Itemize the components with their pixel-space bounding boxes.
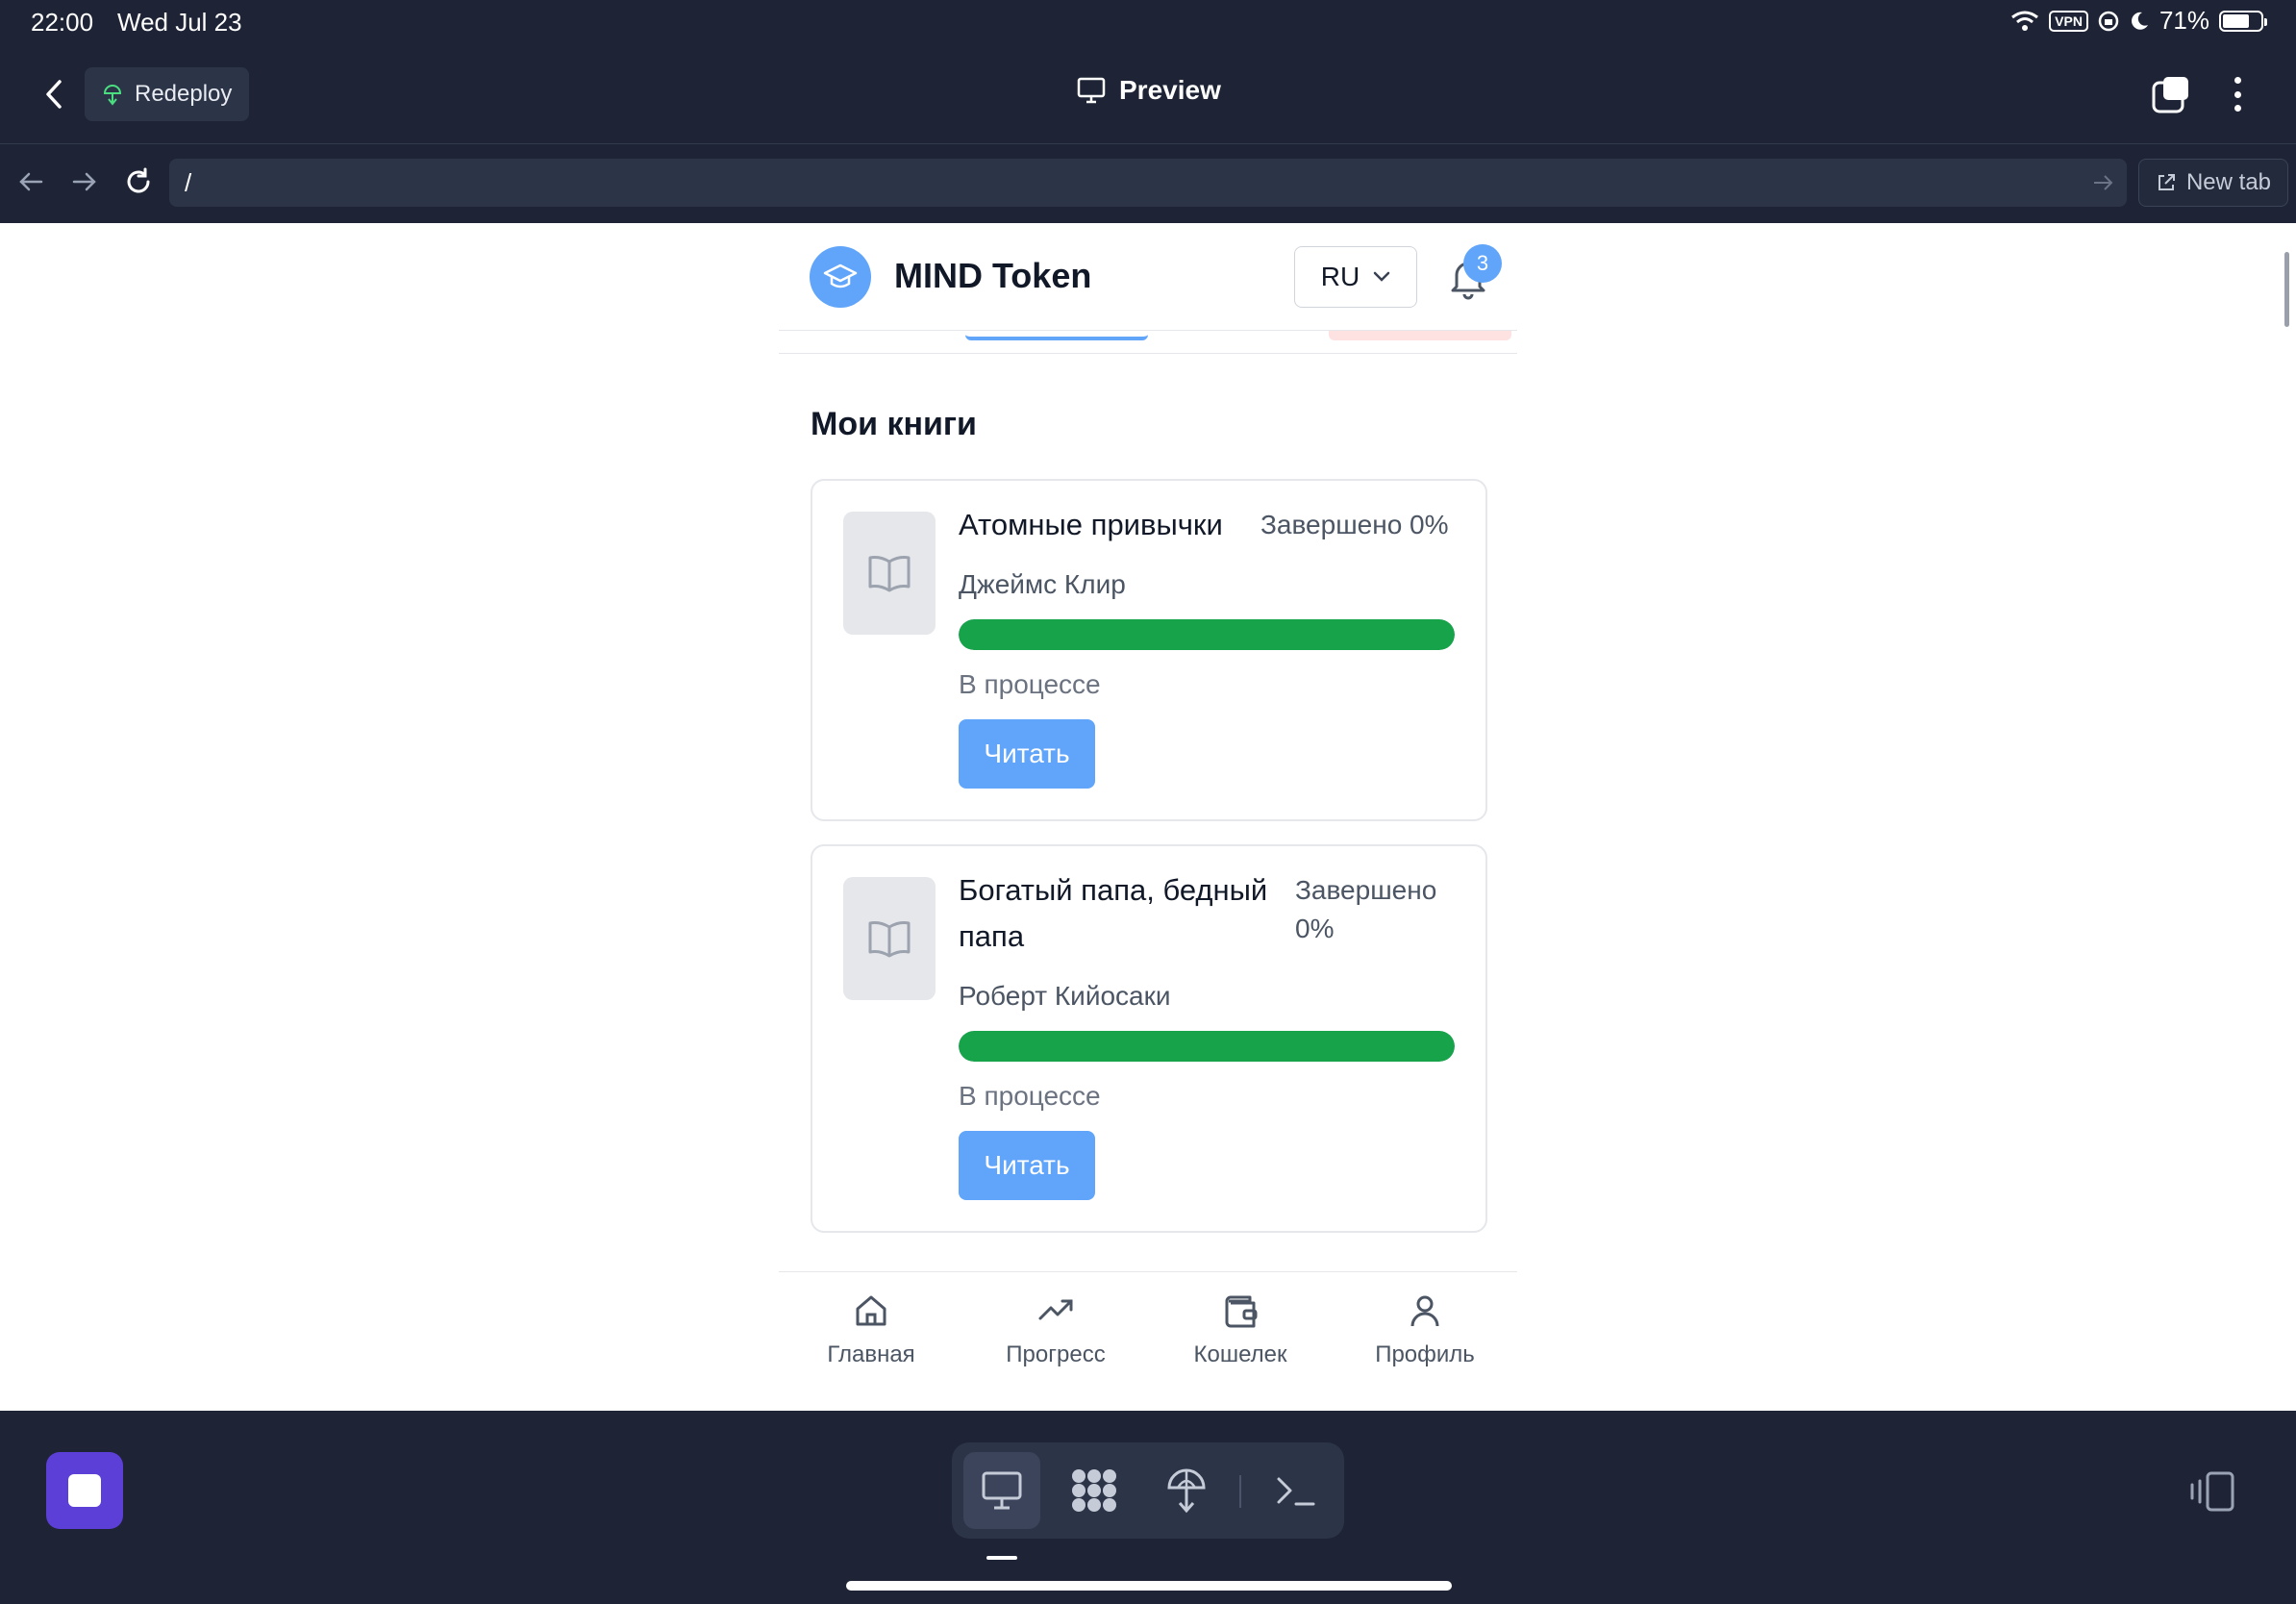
chevron-left-icon xyxy=(46,80,62,109)
deploy-icon xyxy=(103,85,122,106)
stop-button[interactable] xyxy=(46,1452,123,1529)
dock-deploy-button[interactable] xyxy=(1148,1452,1225,1529)
monitor-icon xyxy=(1077,77,1106,104)
dock-preview-button[interactable] xyxy=(963,1452,1040,1529)
app-container: MIND Token RU 3 Мои книги Атомные привыч… xyxy=(779,223,1517,1411)
vpn-badge: VPN xyxy=(2049,10,2088,32)
battery-icon xyxy=(2219,10,2267,32)
book-status: В процессе xyxy=(959,1081,1101,1111)
scrollbar[interactable] xyxy=(2284,252,2289,327)
tabs-button[interactable] xyxy=(2152,75,2190,113)
browser-back-button[interactable] xyxy=(12,163,50,201)
nav-label: Главная xyxy=(827,1341,915,1367)
language-select[interactable]: RU xyxy=(1294,246,1417,308)
go-arrow-icon[interactable] xyxy=(2088,168,2117,197)
status-date: Wed Jul 23 xyxy=(117,8,242,37)
browser-forward-button[interactable] xyxy=(65,163,104,201)
nav-label: Профиль xyxy=(1375,1341,1475,1367)
reload-icon xyxy=(127,167,150,193)
wifi-icon xyxy=(2011,11,2039,31)
bottom-dock xyxy=(0,1412,2296,1604)
redeploy-label: Redeploy xyxy=(135,81,233,107)
battery-percent: 71% xyxy=(2159,6,2209,35)
chevron-down-icon xyxy=(1373,271,1390,282)
back-button[interactable] xyxy=(35,73,73,115)
book-completion: Завершено 0% xyxy=(1260,510,1449,539)
top-toolbar: Redeploy Preview xyxy=(0,46,2296,144)
nav-item-profile[interactable]: Профиль xyxy=(1333,1291,1517,1368)
notification-badge: 3 xyxy=(1463,244,1502,283)
wallet-icon xyxy=(1225,1295,1258,1328)
nav-item-progress[interactable]: Прогресс xyxy=(963,1291,1148,1368)
dock-tools xyxy=(952,1442,1344,1539)
status-indicators: VPN 71% xyxy=(2010,6,2267,36)
alert-peek xyxy=(1329,331,1511,340)
split-view-icon[interactable] xyxy=(2188,1467,2236,1516)
book-author: Роберт Кийосаки xyxy=(959,981,1171,1011)
book-card: Атомные привычки Завершено 0% Джеймс Кли… xyxy=(811,479,1487,821)
web-preview: MIND Token RU 3 Мои книги Атомные привыч… xyxy=(0,223,2296,1411)
user-icon xyxy=(1410,1295,1439,1327)
dock-terminal-button[interactable] xyxy=(1258,1452,1335,1529)
book-open-icon xyxy=(843,512,936,635)
external-link-icon xyxy=(2158,174,2175,190)
arrow-right-icon xyxy=(72,172,96,191)
reload-button[interactable] xyxy=(119,163,158,201)
dock-workspace-button[interactable] xyxy=(1056,1452,1133,1529)
new-tab-button[interactable]: New tab xyxy=(2138,159,2288,207)
active-indicator xyxy=(986,1556,1017,1560)
section-title: Мои книги xyxy=(811,406,977,442)
book-progress-bar xyxy=(959,1031,1455,1062)
bottom-nav: Главная Прогресс Кошелек Профиль xyxy=(779,1271,1517,1411)
active-tab-indicator xyxy=(965,333,1148,340)
deploy-icon xyxy=(1167,1468,1206,1514)
book-title: Богатый папа, бедный папа xyxy=(959,873,1268,953)
more-menu-button[interactable] xyxy=(2223,75,2252,113)
preview-title: Preview xyxy=(1077,75,1221,106)
book-title: Атомные привычки xyxy=(959,508,1223,541)
book-open-icon xyxy=(843,877,936,1000)
preview-title-label: Preview xyxy=(1119,75,1221,105)
new-tab-label: New tab xyxy=(2185,169,2272,195)
url-input[interactable] xyxy=(169,159,2127,207)
book-progress-bar xyxy=(959,619,1455,650)
book-author: Джеймс Клир xyxy=(959,569,1126,599)
status-time: 22:00 xyxy=(31,8,94,37)
arrow-left-icon xyxy=(19,172,43,191)
home-icon xyxy=(856,1295,886,1326)
moon-icon xyxy=(2132,12,2148,30)
book-status: В процессе xyxy=(959,669,1101,699)
terminal-icon xyxy=(1277,1477,1315,1506)
read-button[interactable]: Читать xyxy=(959,719,1095,789)
app-header: MIND Token RU 3 xyxy=(779,223,1517,331)
home-indicator[interactable] xyxy=(846,1581,1452,1591)
monitor-icon xyxy=(982,1471,1022,1510)
nav-item-home[interactable]: Главная xyxy=(779,1291,963,1368)
status-bar: 22:00 Wed Jul 23 VPN 71% xyxy=(0,0,2296,46)
dock-separator xyxy=(1239,1475,1241,1508)
app-title: MIND Token xyxy=(894,256,1092,295)
read-button[interactable]: Читать xyxy=(959,1131,1095,1200)
nav-label: Прогресс xyxy=(1006,1341,1106,1367)
nav-label: Кошелек xyxy=(1193,1341,1287,1367)
book-card: Богатый папа, бедный папа Завершено 0% Р… xyxy=(811,844,1487,1233)
graduation-cap-icon xyxy=(810,246,871,308)
tab-strip-peek xyxy=(779,331,1517,354)
book-completion: Завершено 0% xyxy=(1295,875,1437,943)
stop-icon xyxy=(68,1474,101,1507)
language-value: RU xyxy=(1320,262,1360,291)
tabs-icon xyxy=(2152,77,2188,113)
redeploy-button[interactable]: Redeploy xyxy=(85,67,250,121)
apps-grid-icon xyxy=(1072,1469,1116,1512)
nav-item-wallet[interactable]: Кошелек xyxy=(1148,1291,1333,1368)
orientation-lock-icon xyxy=(2098,11,2119,31)
trending-up-icon xyxy=(1038,1299,1073,1320)
url-bar: New tab xyxy=(0,145,2296,222)
